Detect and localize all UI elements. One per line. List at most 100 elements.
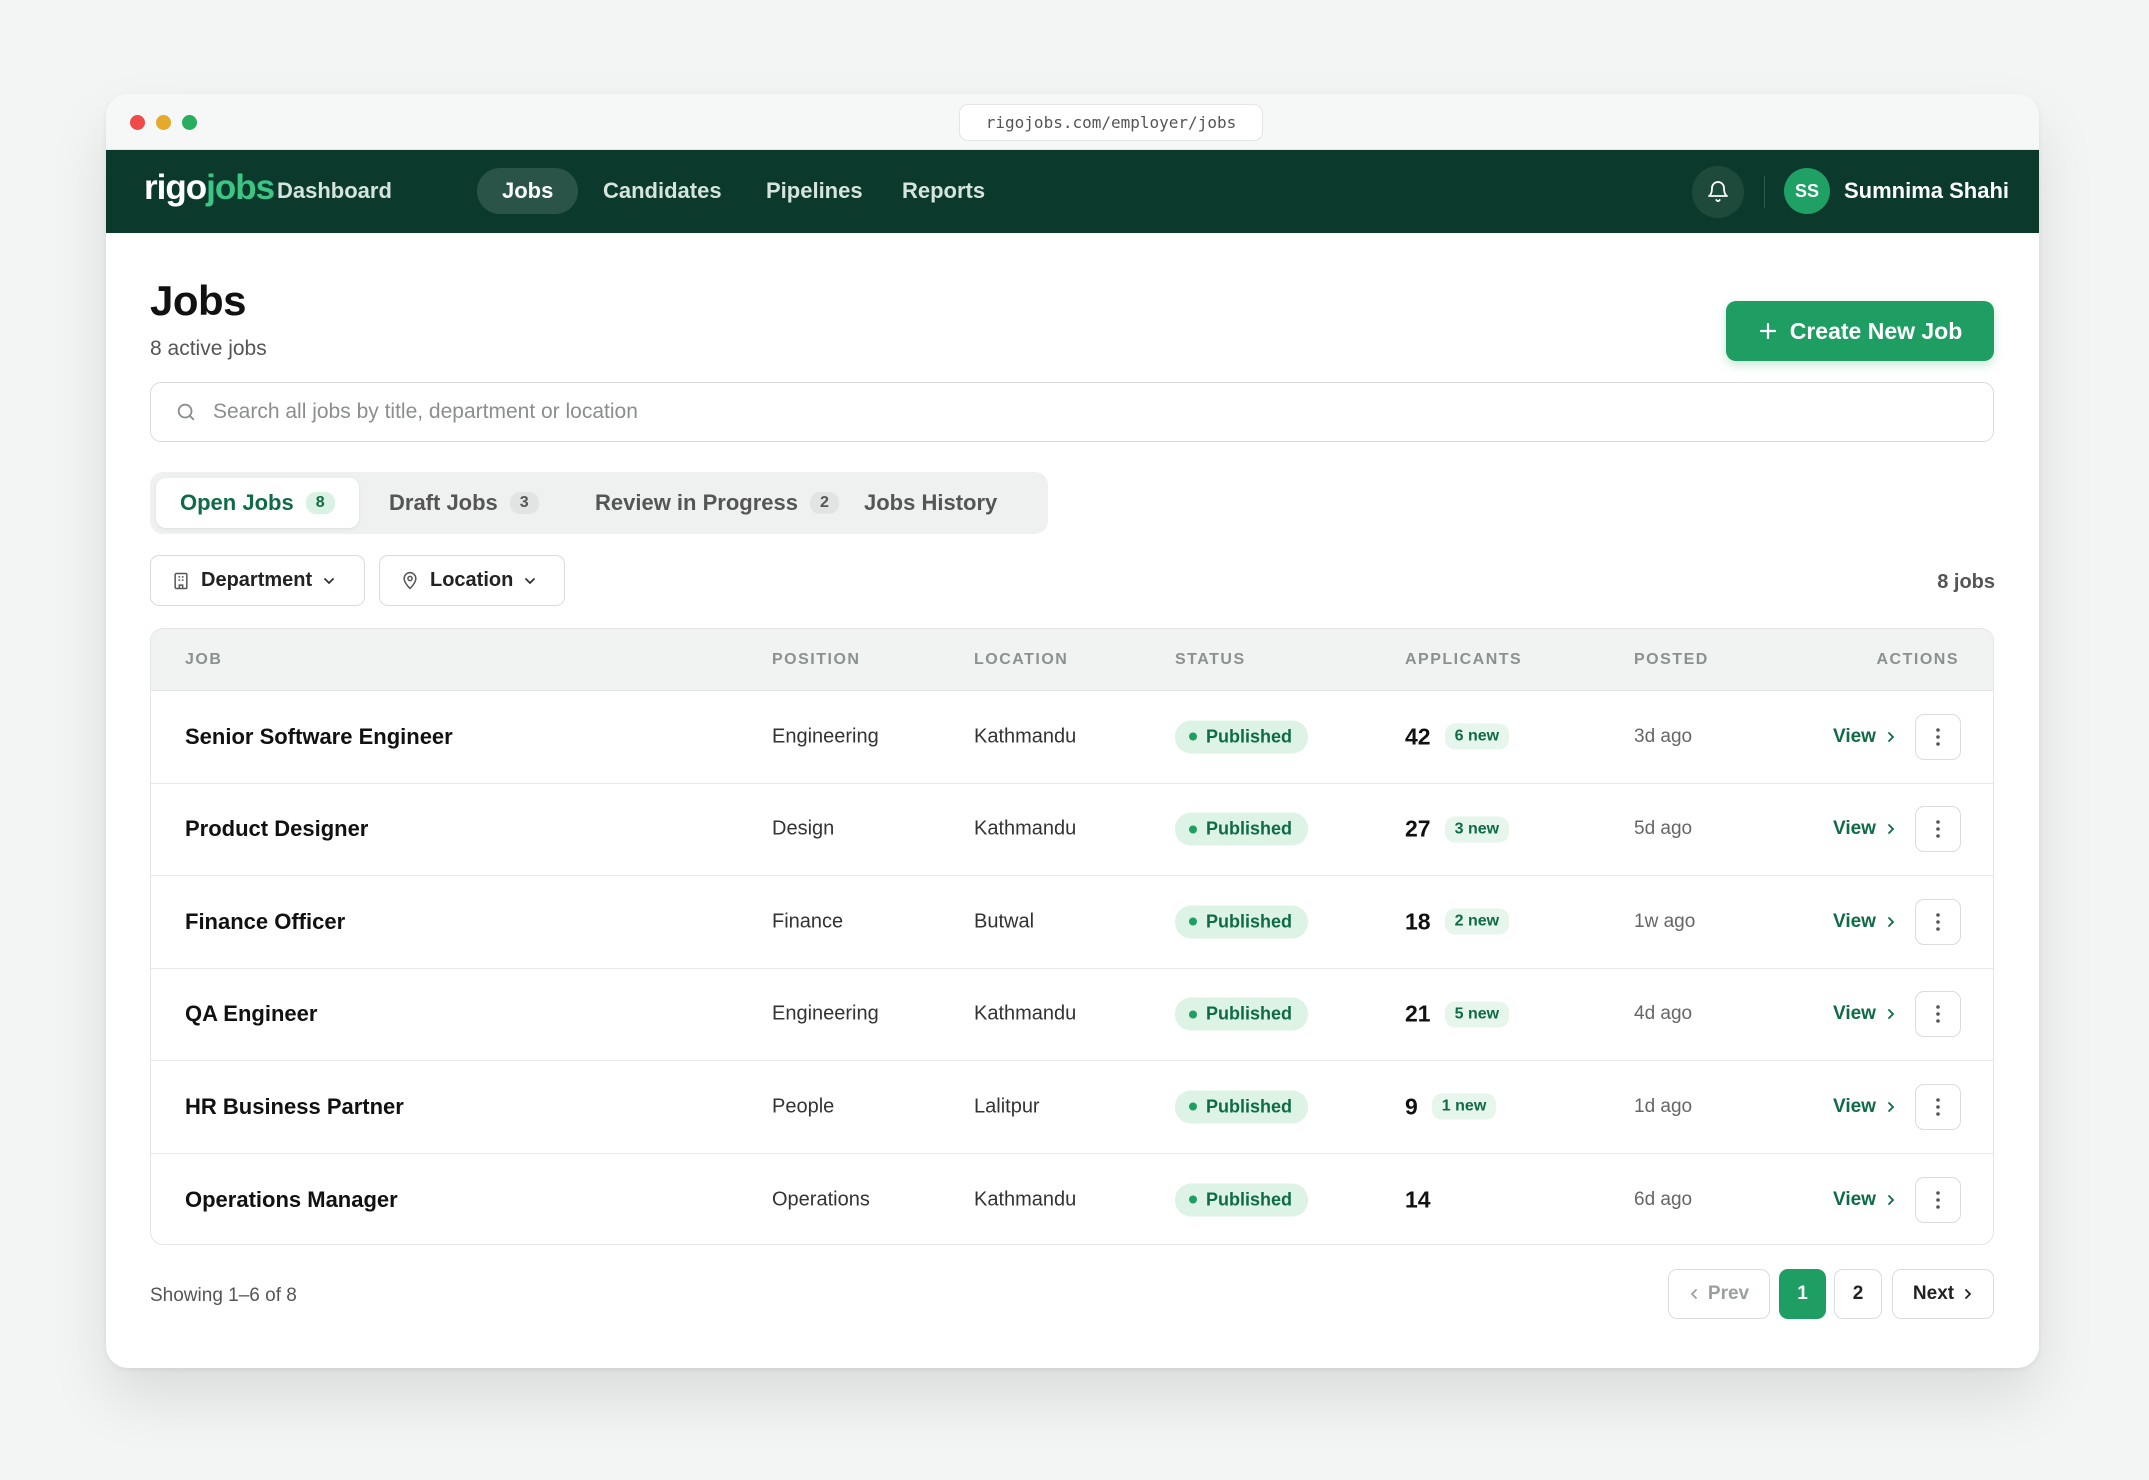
tab-count-badge: 2 bbox=[809, 492, 839, 514]
user-name[interactable]: Sumnima Shahi bbox=[1844, 178, 2009, 204]
column-header-job[interactable]: JOB bbox=[185, 651, 222, 669]
chevron-down-icon bbox=[525, 577, 536, 584]
column-header-applicants[interactable]: APPLICANTS bbox=[1405, 651, 1522, 669]
applicants-count: 91 new bbox=[1405, 1093, 1497, 1120]
job-position: Engineering bbox=[772, 1002, 879, 1025]
tab-jobs-history[interactable]: Jobs History bbox=[840, 478, 1021, 528]
job-title[interactable]: Senior Software Engineer bbox=[185, 724, 453, 750]
tab-draft-jobs[interactable]: Draft Jobs 3 bbox=[365, 478, 563, 528]
page-title: Jobs bbox=[150, 277, 247, 324]
job-title[interactable]: HR Business Partner bbox=[185, 1094, 404, 1120]
job-position: Engineering bbox=[772, 725, 879, 748]
create-new-job-label: Create New Job bbox=[1789, 317, 1963, 344]
job-title[interactable]: QA Engineer bbox=[185, 1001, 317, 1027]
nav-dashboard[interactable]: Dashboard bbox=[252, 168, 417, 214]
search-input[interactable]: Search all jobs by title, department or … bbox=[150, 382, 1994, 442]
tab-open-jobs[interactable]: Open Jobs 8 bbox=[156, 478, 359, 528]
table-row[interactable]: Product Designer Design Kathmandu Publis… bbox=[151, 784, 1993, 876]
more-vertical-icon bbox=[1936, 1097, 1940, 1116]
table-header: JOB POSITION LOCATION STATUS APPLICANTS … bbox=[151, 629, 1993, 691]
nav-jobs[interactable]: Jobs bbox=[477, 168, 579, 214]
table-row[interactable]: Operations Manager Operations Kathmandu … bbox=[151, 1154, 1993, 1245]
page-2-button[interactable]: 2 bbox=[1834, 1269, 1882, 1319]
job-location: Kathmandu bbox=[974, 725, 1077, 748]
top-navbar: rigojobs Dashboard Jobs Candidates Pipel… bbox=[106, 150, 2039, 233]
tab-review-in-progress[interactable]: Review in Progress 2 bbox=[571, 478, 863, 528]
more-actions-button[interactable] bbox=[1915, 898, 1961, 945]
view-job-link[interactable]: View bbox=[1833, 1189, 1896, 1211]
more-actions-button[interactable] bbox=[1915, 806, 1961, 853]
search-icon bbox=[177, 403, 195, 421]
nav-pipelines[interactable]: Pipelines bbox=[741, 168, 888, 214]
applicants-count: 14 bbox=[1405, 1186, 1431, 1213]
column-header-location[interactable]: LOCATION bbox=[974, 651, 1068, 669]
address-bar[interactable]: rigojobs.com/employer/jobs bbox=[959, 104, 1263, 141]
location-filter[interactable]: Location bbox=[379, 555, 565, 606]
new-applicants-badge: 1 new bbox=[1431, 1093, 1497, 1120]
job-title[interactable]: Operations Manager bbox=[185, 1187, 398, 1213]
chevron-right-icon bbox=[1888, 1101, 1895, 1112]
column-header-actions: ACTIONS bbox=[1876, 651, 1959, 668]
tab-count-badge: 3 bbox=[509, 492, 539, 514]
page-subtitle: 8 active jobs bbox=[150, 337, 267, 360]
chevron-right-icon bbox=[1888, 1009, 1895, 1020]
column-header-status[interactable]: STATUS bbox=[1175, 651, 1246, 669]
status-badge: Published bbox=[1175, 720, 1309, 754]
column-header-position[interactable]: POSITION bbox=[772, 651, 860, 669]
maximize-window-button[interactable] bbox=[182, 115, 197, 130]
posted-time: 6d ago bbox=[1634, 1188, 1693, 1210]
job-location: Kathmandu bbox=[974, 1002, 1077, 1025]
job-title[interactable]: Finance Officer bbox=[185, 909, 345, 935]
more-actions-button[interactable] bbox=[1915, 1176, 1961, 1223]
view-job-link[interactable]: View bbox=[1833, 726, 1896, 748]
table-row[interactable]: Finance Officer Finance Butwal Published… bbox=[151, 876, 1993, 969]
column-header-posted[interactable]: POSTED bbox=[1634, 651, 1709, 669]
posted-time: 1d ago bbox=[1634, 1095, 1693, 1117]
table-row[interactable]: QA Engineer Engineering Kathmandu Publis… bbox=[151, 969, 1993, 1061]
status-dot-icon bbox=[1189, 1102, 1197, 1111]
view-job-link[interactable]: View bbox=[1833, 1003, 1896, 1025]
more-vertical-icon bbox=[1936, 912, 1940, 931]
next-page-button[interactable]: Next bbox=[1892, 1269, 1994, 1319]
nav-candidates[interactable]: Candidates bbox=[578, 168, 747, 214]
table-row[interactable]: HR Business Partner People Lalitpur Publ… bbox=[151, 1061, 1993, 1154]
more-actions-button[interactable] bbox=[1915, 713, 1961, 760]
table-row[interactable]: Senior Software Engineer Engineering Kat… bbox=[151, 691, 1993, 784]
prev-page-button[interactable]: Prev bbox=[1668, 1269, 1770, 1319]
new-applicants-badge: 3 new bbox=[1444, 816, 1510, 843]
view-job-link[interactable]: View bbox=[1833, 818, 1896, 840]
close-window-button[interactable] bbox=[130, 115, 145, 130]
applicants-count: 42 6 new bbox=[1405, 723, 1510, 750]
applicants-count: 27 3 new bbox=[1405, 816, 1510, 843]
job-position: People bbox=[772, 1095, 835, 1118]
more-vertical-icon bbox=[1936, 727, 1940, 746]
map-pin-icon bbox=[403, 571, 417, 590]
chevron-right-icon bbox=[1965, 1289, 1972, 1299]
new-applicants-badge: 2 new bbox=[1444, 908, 1510, 935]
posted-time: 5d ago bbox=[1634, 818, 1693, 840]
chevron-right-icon bbox=[1888, 731, 1895, 742]
nav-reports[interactable]: Reports bbox=[877, 168, 1010, 214]
job-location: Kathmandu bbox=[974, 817, 1077, 840]
view-job-link[interactable]: View bbox=[1833, 1096, 1896, 1118]
location-filter-label: Location bbox=[430, 569, 514, 591]
job-tabs: Open Jobs 8 Draft Jobs 3 Review in Progr… bbox=[150, 472, 1048, 534]
job-position: Design bbox=[772, 817, 835, 840]
page-1-button[interactable]: 1 bbox=[1779, 1269, 1826, 1319]
chevron-right-icon bbox=[1888, 824, 1895, 835]
more-actions-button[interactable] bbox=[1915, 1083, 1961, 1130]
search-placeholder: Search all jobs by title, department or … bbox=[213, 400, 638, 423]
more-vertical-icon bbox=[1936, 1190, 1940, 1209]
notifications-button[interactable] bbox=[1692, 166, 1744, 218]
minimize-window-button[interactable] bbox=[156, 115, 171, 130]
create-new-job-button[interactable]: Create New Job bbox=[1726, 301, 1994, 361]
job-title[interactable]: Product Designer bbox=[185, 816, 368, 842]
applicants-count: 18 2 new bbox=[1405, 908, 1510, 935]
view-job-link[interactable]: View bbox=[1833, 911, 1896, 933]
status-badge: Published bbox=[1175, 997, 1309, 1031]
chevron-right-icon bbox=[1888, 1194, 1895, 1205]
posted-time: 4d ago bbox=[1634, 1003, 1693, 1025]
user-avatar[interactable]: SS bbox=[1784, 168, 1830, 214]
department-filter[interactable]: Department bbox=[150, 555, 365, 606]
more-actions-button[interactable] bbox=[1915, 991, 1961, 1038]
